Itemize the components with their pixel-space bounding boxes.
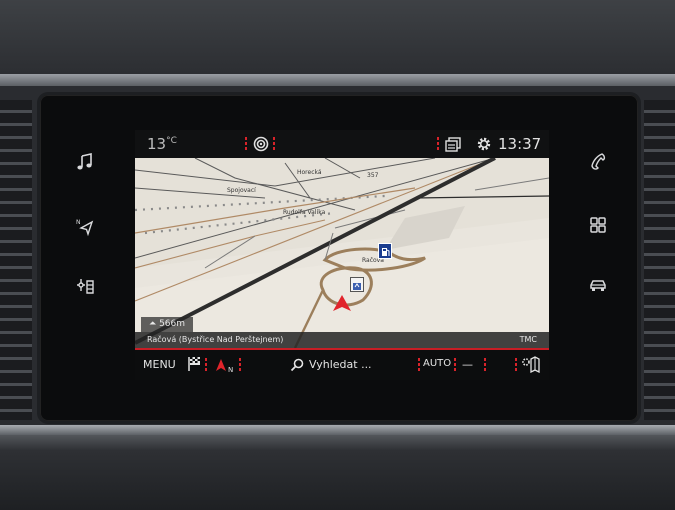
address-bar: Račová (Bystřice Nad Perštejnem) TMC: [135, 332, 549, 348]
svg-text:N: N: [76, 219, 81, 226]
navigation-icon: N: [76, 219, 94, 237]
music-icon: [77, 153, 92, 170]
map-canvas: [135, 156, 549, 349]
dashboard-bottom-trim: [0, 425, 675, 435]
separator: [273, 137, 275, 151]
street-label: Horecká: [297, 169, 322, 176]
svg-text:N: N: [228, 366, 233, 373]
current-address: Račová (Bystřice Nad Perštejnem): [147, 335, 284, 344]
search-icon[interactable]: [290, 357, 304, 376]
fuel-station-icon[interactable]: [378, 243, 392, 259]
separator: [515, 358, 517, 372]
dashboard-trim: [0, 74, 675, 86]
connectivity-icon[interactable]: [253, 136, 269, 156]
navigation-button[interactable]: N: [67, 212, 103, 242]
separator: [437, 137, 439, 151]
distance-icon: ⏶: [149, 319, 160, 329]
climate-button[interactable]: [67, 272, 103, 302]
left-air-vent: [0, 100, 32, 420]
separator: [454, 358, 456, 372]
auto-zoom-button[interactable]: AUTO: [423, 358, 451, 369]
dashboard-top: [0, 0, 675, 78]
menu-button[interactable]: MENU: [143, 358, 176, 371]
navigation-screen: 13°C 13:37 Horecká 357 Spojovací Rudolfa…: [135, 130, 549, 380]
vehicle-position-icon: [333, 295, 351, 315]
car-icon: [590, 280, 606, 291]
separator: [239, 358, 241, 372]
map-settings-icon[interactable]: [521, 356, 541, 377]
separator: [245, 137, 247, 151]
street-label: Spojovací: [227, 187, 256, 194]
destination-flag-icon[interactable]: [187, 356, 201, 376]
bottom-toolbar: MENU N Vyhledat ... AUTO —: [135, 350, 549, 380]
street-label: Rudolfa Valíka: [283, 209, 326, 216]
pages-icon[interactable]: [445, 137, 461, 156]
apps-grid-icon: [590, 217, 606, 233]
north-up-compass-icon[interactable]: N: [215, 357, 237, 377]
distance-indicator: ⏶ 566m: [141, 317, 194, 332]
right-air-vent: [644, 100, 675, 420]
media-button[interactable]: [67, 147, 103, 177]
separator: [418, 358, 420, 372]
settings-gear-icon[interactable]: [476, 136, 492, 156]
street-label: 357: [367, 172, 379, 179]
phone-button[interactable]: [580, 147, 616, 177]
outside-temperature: 13°C: [147, 135, 177, 153]
zoom-out-button[interactable]: —: [462, 358, 473, 371]
status-bar: 13°C 13:37: [135, 130, 549, 158]
climate-fan-icon: [77, 279, 94, 294]
temperature-unit: °C: [166, 136, 177, 146]
distance-value: 566m: [159, 319, 186, 329]
vehicle-button[interactable]: [580, 270, 616, 300]
separator: [484, 358, 486, 372]
tmc-label[interactable]: TMC: [520, 332, 537, 348]
temperature-value: 13: [147, 135, 167, 153]
search-button[interactable]: Vyhledat ...: [309, 358, 372, 371]
phone-icon: [591, 153, 606, 170]
poi-icon[interactable]: [350, 277, 364, 292]
separator: [205, 358, 207, 372]
dashboard-bottom: [0, 425, 675, 510]
apps-button[interactable]: [580, 210, 616, 240]
map-view[interactable]: Horecká 357 Spojovací Rudolfa Valíka Rač…: [135, 156, 549, 349]
clock: 13:37: [498, 135, 542, 153]
